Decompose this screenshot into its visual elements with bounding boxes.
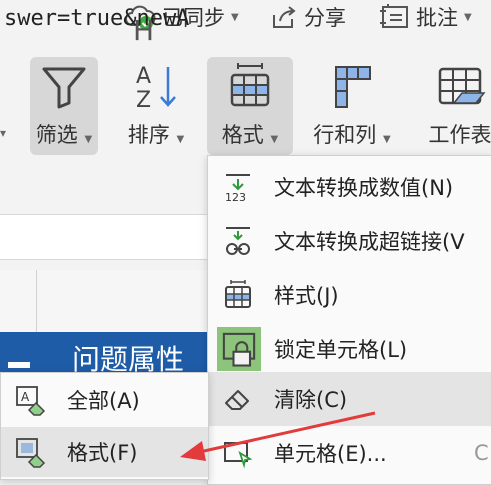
sort-label: 排序: [128, 123, 170, 147]
worksheet-button[interactable]: 工作表: [420, 57, 491, 155]
text-to-link-icon: [222, 225, 254, 257]
chevron-down-icon: ▼: [231, 12, 239, 23]
menu-item-lock-cell[interactable]: 锁定单元格(L): [208, 322, 491, 376]
share-button[interactable]: 分享: [270, 2, 346, 32]
chevron-down-icon: ▼: [176, 134, 184, 145]
menu-item-style[interactable]: 样式(J): [208, 268, 491, 322]
format-label: 格式: [222, 123, 264, 147]
worksheet-icon: [434, 61, 486, 113]
chevron-down-icon: ▼: [270, 134, 278, 145]
clear-format-icon: [15, 436, 47, 468]
share-label: 分享: [304, 2, 346, 32]
menu-item-label: 文本转换成超链接(V: [274, 226, 465, 256]
comment-label: 批注: [416, 2, 458, 32]
format-button[interactable]: 格式 ▼: [207, 57, 293, 155]
annotation-arrow: [150, 405, 380, 475]
chevron-down-icon: ▼: [383, 134, 391, 145]
menu-item-text-to-link[interactable]: 文本转换成超链接(V: [208, 214, 491, 268]
share-icon: [270, 3, 298, 31]
clear-all-icon: A: [15, 384, 47, 416]
chevron-down-icon: ▼: [464, 12, 472, 23]
comment-icon: [378, 3, 410, 31]
text-to-number-icon: 123: [222, 171, 254, 203]
column-divider: [36, 270, 37, 332]
format-icon: [224, 61, 276, 113]
svg-text:A: A: [136, 64, 151, 89]
style-icon: [222, 279, 254, 311]
column-header-h[interactable]: H: [133, 14, 154, 47]
filter-button[interactable]: 筛选 ▼: [30, 57, 98, 155]
comment-button[interactable]: 批注 ▼: [378, 2, 472, 32]
filter-label: 筛选: [36, 123, 78, 147]
chevron-down-icon: ▼: [84, 134, 92, 145]
rows-columns-label: 行和列: [313, 123, 376, 147]
svg-text:Z: Z: [136, 88, 151, 113]
menu-item-label: 样式(J): [274, 280, 339, 310]
rows-columns-button[interactable]: 行和列 ▼: [310, 57, 394, 155]
menu-item-shortcut: C: [474, 441, 489, 465]
lock-cell-icon: [216, 327, 262, 371]
rows-columns-icon: [326, 61, 378, 113]
filter-icon: [38, 61, 90, 113]
menu-item-label: 锁定单元格(L): [274, 334, 407, 364]
menu-item-label: 文本转换成数值(N): [274, 172, 453, 202]
submenu-item-label: 全部(A): [67, 385, 140, 415]
svg-text:123: 123: [225, 191, 246, 203]
cell-marker: [8, 362, 30, 368]
sort-button[interactable]: A Z 排序 ▼: [122, 57, 190, 155]
menu-item-text-to-number[interactable]: 123 文本转换成数值(N): [208, 160, 491, 214]
worksheet-label: 工作表: [429, 123, 491, 147]
chevron-down-icon: ▾: [0, 126, 6, 140]
svg-text:A: A: [21, 390, 30, 404]
sort-az-icon: A Z: [130, 61, 182, 113]
formula-text: swer=true&newA: [4, 6, 189, 31]
submenu-item-label: 格式(F): [67, 437, 137, 467]
